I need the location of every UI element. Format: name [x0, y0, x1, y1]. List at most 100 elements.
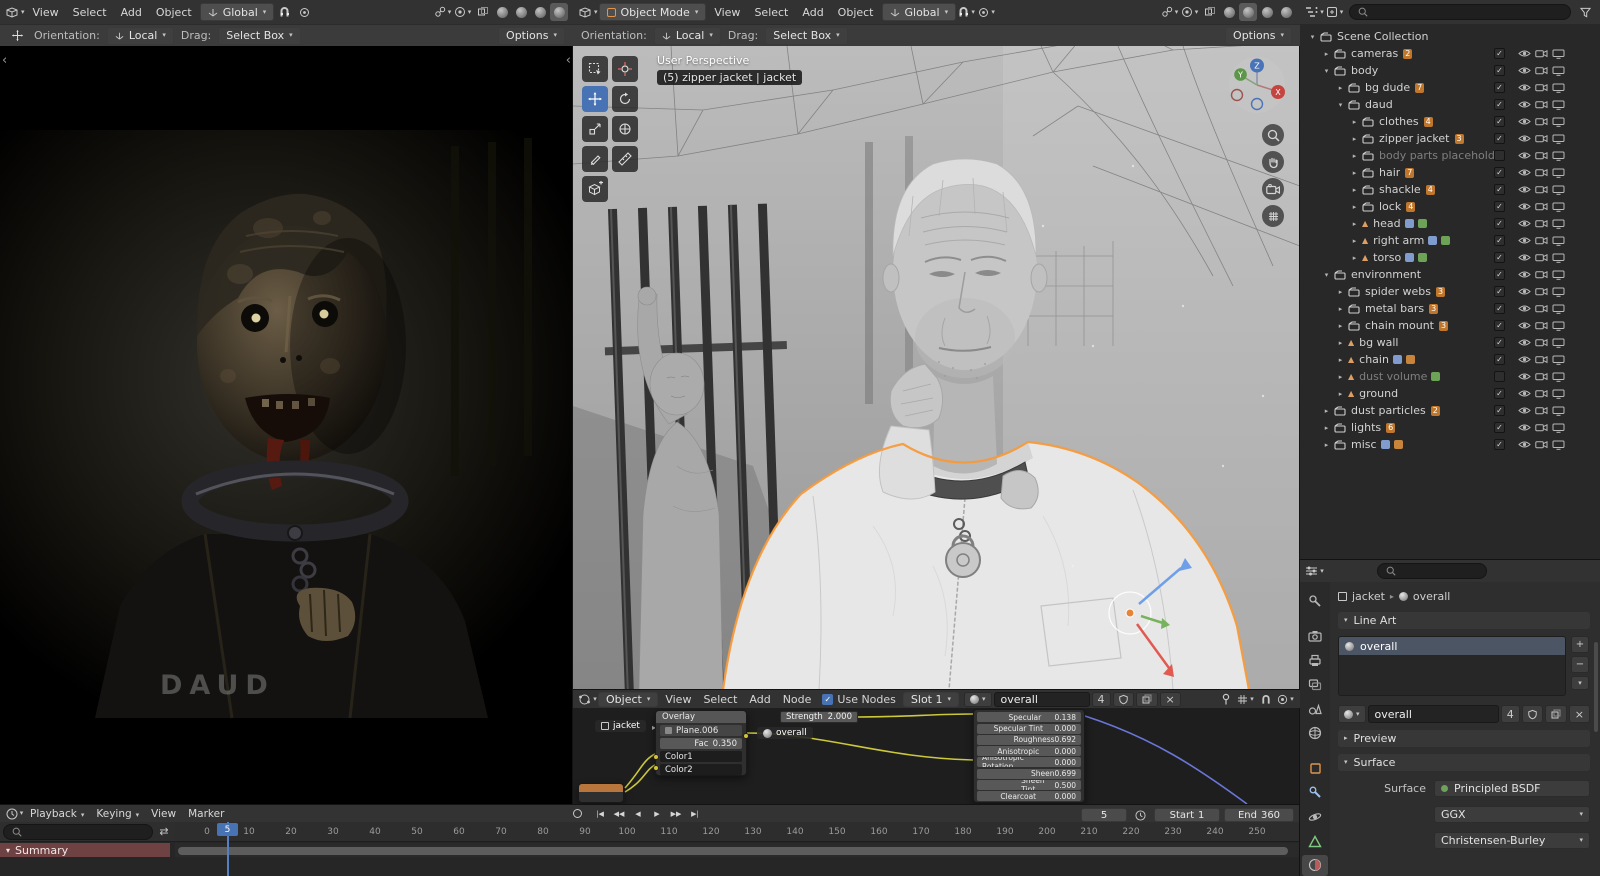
options-dropdown[interactable]: Options ▾: [1225, 26, 1292, 45]
frame-ruler[interactable]: 0 10 20 30 40 50 60 70 80 90 100 110 120 130 140 150 160…: [175, 822, 1300, 842]
menu-item[interactable]: Add: [114, 4, 149, 21]
hide-eye-icon[interactable]: [1517, 287, 1531, 296]
overlays-dropdown-icon[interactable]: ▾: [1180, 3, 1199, 21]
mix-node[interactable]: Overlay Plane.006 Fac 0.350 Color1 Color…: [653, 710, 749, 776]
viewport-screen-icon[interactable]: [1551, 100, 1565, 110]
outliner-row[interactable]: ▸ body parts placeholde: [1300, 147, 1600, 164]
render-camera-icon[interactable]: [1534, 338, 1548, 347]
outliner-row[interactable]: ▸ zipper jacket 3: [1300, 130, 1600, 147]
expand-arrow-icon[interactable]: ▸: [1348, 254, 1361, 262]
expand-arrow-icon[interactable]: ▸: [1334, 373, 1347, 381]
render-camera-icon[interactable]: [1534, 287, 1548, 296]
expand-arrow-icon[interactable]: ▸: [1334, 356, 1347, 364]
exclude-checkbox[interactable]: [1494, 184, 1505, 195]
outliner-row[interactable]: ▸ ▲ ground: [1300, 385, 1600, 402]
outliner-row[interactable]: ▸ shackle 4: [1300, 181, 1600, 198]
exclude-checkbox[interactable]: [1494, 252, 1505, 263]
tool-orientation-dropdown[interactable]: Local ▾: [106, 26, 174, 45]
add-slot-button[interactable]: +: [1571, 636, 1589, 653]
outliner-row[interactable]: ▸ dust particles 2: [1300, 402, 1600, 419]
new-material-icon[interactable]: [1135, 691, 1158, 707]
drag-mode-dropdown[interactable]: Select Box ▾: [218, 26, 301, 45]
summary-channel[interactable]: ▾ Summary: [0, 843, 170, 857]
viewport-screen-icon[interactable]: [1551, 321, 1565, 331]
viewport-screen-icon[interactable]: [1551, 151, 1565, 161]
color1-input[interactable]: Color1: [660, 751, 742, 762]
render-camera-icon[interactable]: [1534, 219, 1548, 228]
render-camera-icon[interactable]: [1534, 100, 1548, 109]
auto-key-record-button[interactable]: [573, 809, 582, 818]
xray-toggle-icon[interactable]: [1200, 3, 1219, 21]
expand-arrow-icon[interactable]: ▸: [1334, 339, 1347, 347]
remove-slot-button[interactable]: −: [1571, 656, 1589, 673]
viewport-screen-icon[interactable]: [1551, 219, 1565, 229]
hide-eye-icon[interactable]: [1517, 236, 1531, 245]
tool-move[interactable]: [582, 86, 608, 112]
expand-arrow-icon[interactable]: ▾: [1306, 33, 1319, 41]
shading-wireframe-ball[interactable]: [493, 3, 511, 21]
outliner-row[interactable]: ▾ daud: [1300, 96, 1600, 113]
menu-item[interactable]: Add: [743, 692, 776, 707]
expand-arrow-icon[interactable]: ▸: [1334, 322, 1347, 330]
exclude-checkbox[interactable]: [1494, 439, 1505, 450]
exclude-checkbox[interactable]: [1494, 116, 1505, 127]
hide-eye-icon[interactable]: [1517, 304, 1531, 313]
exclude-checkbox[interactable]: [1494, 48, 1505, 59]
hide-eye-icon[interactable]: [1517, 253, 1531, 262]
hide-eye-icon[interactable]: [1517, 389, 1531, 398]
menu-item[interactable]: View: [659, 692, 697, 707]
viewport-screen-icon[interactable]: [1551, 287, 1565, 297]
hide-eye-icon[interactable]: [1517, 355, 1531, 364]
region-collapse-arrow[interactable]: ‹: [566, 54, 571, 67]
overlays-dropdown-icon[interactable]: ▾: [1276, 690, 1295, 708]
tab-render[interactable]: [1302, 625, 1328, 646]
hide-eye-icon[interactable]: [1517, 406, 1531, 415]
render-camera-icon[interactable]: [1534, 66, 1548, 75]
tool-orientation-dropdown[interactable]: Local ▾: [653, 26, 721, 45]
menu-item[interactable]: Keying ▾: [90, 807, 145, 821]
render-camera-icon[interactable]: [1534, 168, 1548, 177]
exclude-checkbox[interactable]: [1494, 320, 1505, 331]
expand-arrow-icon[interactable]: ▸: [1348, 203, 1361, 211]
viewport-screen-icon[interactable]: [1551, 134, 1565, 144]
outliner-row[interactable]: ▸ ▲ chain: [1300, 351, 1600, 368]
shader-type-dropdown[interactable]: Object ▾: [598, 691, 659, 707]
exclude-checkbox[interactable]: [1494, 150, 1505, 161]
bsdf-slider[interactable]: Anisotropic Rotation 0.000: [977, 757, 1081, 768]
menu-item[interactable]: Object: [149, 4, 199, 21]
options-dropdown[interactable]: Options ▾: [498, 26, 565, 45]
viewport-screen-icon[interactable]: [1551, 372, 1565, 382]
expand-arrow-icon[interactable]: ▸: [1334, 288, 1347, 296]
exclude-checkbox[interactable]: [1494, 286, 1505, 297]
new-material-icon[interactable]: [1544, 705, 1567, 723]
exclude-checkbox[interactable]: [1494, 167, 1505, 178]
bsdf-slider[interactable]: Sheen 0.699: [977, 768, 1081, 779]
expand-arrow-icon[interactable]: ▸: [1334, 84, 1347, 92]
editor-type-icon[interactable]: ▾: [1305, 562, 1324, 580]
viewport-screen-icon[interactable]: [1551, 253, 1565, 263]
material-name-field[interactable]: overall: [1367, 705, 1499, 723]
use-nodes-toggle[interactable]: ✓ Use Nodes: [822, 693, 896, 706]
shading-wireframe-ball[interactable]: [1220, 3, 1238, 21]
mix-source-dropdown[interactable]: Plane.006: [660, 725, 742, 736]
perspective-toggle-icon[interactable]: [1262, 205, 1284, 227]
channel-expand-arrow[interactable]: ▾: [6, 846, 10, 855]
expand-arrow-icon[interactable]: ▸: [1348, 135, 1361, 143]
expand-arrow-icon[interactable]: ▸: [1320, 50, 1333, 58]
expand-arrow-icon[interactable]: ▸: [1348, 220, 1361, 228]
outliner-row[interactable]: ▸ metal bars 3: [1300, 300, 1600, 317]
render-camera-icon[interactable]: [1534, 83, 1548, 92]
tool-scale[interactable]: [582, 116, 608, 142]
viewport-screen-icon[interactable]: [1551, 304, 1565, 314]
shading-material-ball[interactable]: [531, 3, 549, 21]
transport-button[interactable]: ◀◀: [610, 806, 628, 821]
outliner-row[interactable]: ▸ ▲ dust volume: [1300, 368, 1600, 385]
expand-arrow-icon[interactable]: ▸: [1348, 237, 1361, 245]
start-frame-field[interactable]: Start 1: [1154, 808, 1220, 822]
strength-slider[interactable]: Strength 2.000: [780, 711, 858, 723]
render-camera-icon[interactable]: [1534, 117, 1548, 126]
overlays-dropdown-icon[interactable]: ▾: [453, 3, 472, 21]
snap-grid-icon[interactable]: ▾: [1236, 690, 1255, 708]
exclude-checkbox[interactable]: [1494, 99, 1505, 110]
render-camera-icon[interactable]: [1534, 389, 1548, 398]
